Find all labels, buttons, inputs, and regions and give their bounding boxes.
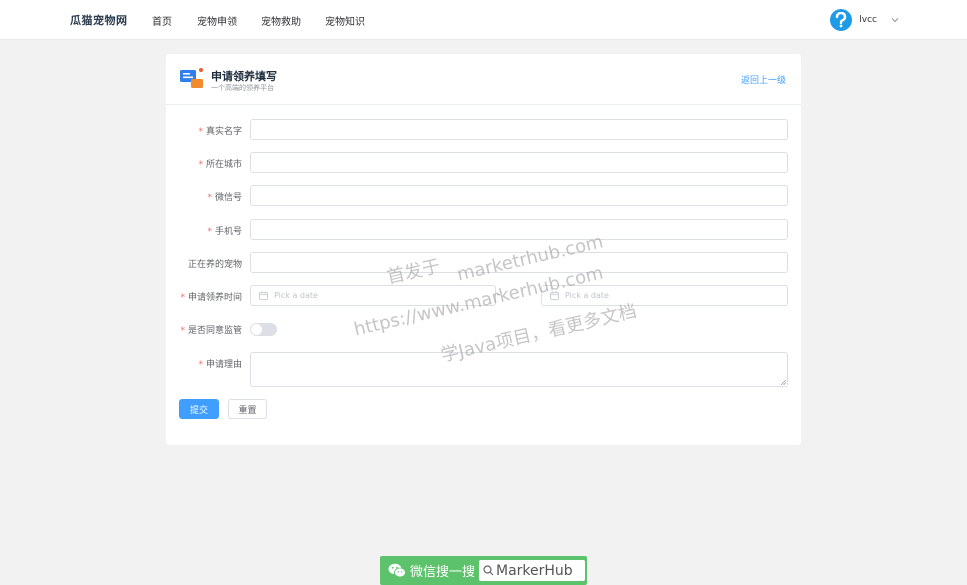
nav-pet-apply[interactable]: 宠物申领 (197, 13, 237, 28)
wechat-icon (388, 563, 406, 578)
city-label: * 所在城市 (198, 160, 242, 170)
phone-label: * 手机号 (207, 227, 242, 237)
wechat-search-text: 微信搜一搜 (410, 565, 476, 580)
back-link[interactable]: 返回上一级 (741, 73, 786, 86)
adoption-form-card: 申请领养填写 一个高端的领养平台 返回上一级 * 真实名字 * 所在城市 * 微信号 … (166, 54, 801, 445)
user-menu[interactable]: lvcc (830, 8, 899, 32)
site-logo[interactable]: 瓜猫宠物网 (70, 12, 128, 28)
calendar-icon (259, 291, 268, 300)
nav-pet-knowledge[interactable]: 宠物知识 (325, 13, 365, 28)
end-date-placeholder: Pick a date (565, 291, 609, 300)
form-icon (180, 68, 203, 88)
reason-textarea[interactable] (250, 352, 788, 387)
city-input[interactable] (250, 152, 788, 173)
wechat-search-box: MarkerHub (479, 560, 586, 581)
chevron-down-icon[interactable] (891, 16, 899, 24)
real-name-input[interactable] (250, 119, 788, 140)
submit-button[interactable]: 提交 (179, 399, 219, 419)
question-mark-icon (836, 12, 847, 28)
page-subtitle: 一个高端的领养平台 (211, 84, 274, 92)
card-header: 申请领养填写 一个高端的领养平台 返回上一级 (166, 54, 801, 105)
wechat-search-term: MarkerHub (496, 562, 573, 579)
toggle-knob (251, 324, 262, 335)
wechat-input[interactable] (250, 185, 788, 206)
nav-pet-rescue[interactable]: 宠物救助 (261, 13, 301, 28)
supervise-label: * 是否同意监管 (180, 326, 242, 336)
wechat-label: * 微信号 (207, 193, 242, 203)
supervise-toggle[interactable] (250, 323, 277, 336)
top-navbar: 瓜猫宠物网 首页 宠物申领 宠物救助 宠物知识 lvcc (0, 0, 967, 40)
reason-label: * 申请理由 (198, 360, 242, 370)
wechat-search-badge: 微信搜一搜 MarkerHub (380, 556, 587, 585)
current-pets-label: 正在养的宠物 (187, 260, 242, 270)
search-icon (483, 565, 494, 576)
nav-home[interactable]: 首页 (152, 13, 172, 28)
apply-time-label: * 申请领养时间 (180, 293, 242, 303)
resize-handle-icon[interactable] (780, 379, 786, 385)
page-title: 申请领养填写 (211, 70, 277, 83)
username[interactable]: lvcc (859, 15, 877, 25)
reset-button[interactable]: 重置 (228, 399, 267, 419)
avatar[interactable] (830, 9, 853, 31)
start-date-placeholder: Pick a date (274, 291, 318, 300)
phone-input[interactable] (250, 219, 788, 240)
real-name-label: * 真实名字 (198, 127, 242, 137)
